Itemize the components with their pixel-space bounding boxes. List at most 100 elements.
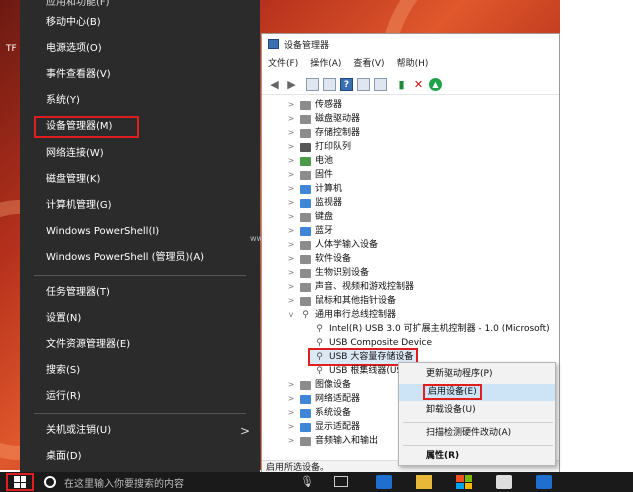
winx-item-shutdown[interactable]: 关机或注销(U) > [20, 420, 260, 442]
tree-category[interactable]: > 键盘 [286, 210, 333, 224]
chevron-right-icon[interactable]: > [286, 224, 296, 238]
tree-category[interactable]: > 固件 [286, 168, 333, 182]
file-explorer-icon[interactable] [416, 475, 432, 489]
chevron-right-icon[interactable]: > [286, 420, 296, 434]
help-icon[interactable]: ? [340, 78, 353, 91]
device-category-icon [300, 184, 311, 194]
chevron-right-icon[interactable]: > [286, 252, 296, 266]
winx-item-event-viewer[interactable]: 事件查看器(V) [20, 64, 260, 86]
winx-item-powershell[interactable]: Windows PowerShell(I) [20, 221, 260, 243]
tree-category[interactable]: > 蓝牙 [286, 224, 333, 238]
winx-item-search[interactable]: 搜索(S) [20, 360, 260, 382]
forward-arrow-icon[interactable]: ▶ [285, 78, 298, 91]
tree-category[interactable]: > 音频输入和输出 [286, 434, 378, 448]
tree-child-item[interactable]: ⚲ USB 根集线器(US [310, 364, 402, 378]
chevron-right-icon[interactable]: > [286, 210, 296, 224]
chevron-right-icon[interactable]: > [286, 406, 296, 420]
chevron-right-icon[interactable]: > [286, 140, 296, 154]
microphone-icon[interactable]: 🎙 [300, 475, 314, 488]
tree-category[interactable]: > 软件设备 [286, 252, 351, 266]
uninstall-x-icon[interactable]: ✕ [412, 78, 425, 91]
taskbar-search-box[interactable]: 在这里输入你要搜索的内容 [40, 473, 320, 491]
winx-item-powershell-admin[interactable]: Windows PowerShell (管理员)(A) [20, 247, 260, 269]
menu-help[interactable]: 帮助(H) [397, 56, 429, 73]
tree-category[interactable]: > 电池 [286, 154, 333, 168]
tree-category[interactable]: > 磁盘驱动器 [286, 112, 360, 126]
winx-item-run[interactable]: 运行(R) [20, 386, 260, 408]
chevron-right-icon[interactable]: > [286, 294, 296, 308]
tree-category[interactable]: > 存储控制器 [286, 126, 360, 140]
device-category-icon [300, 436, 311, 446]
monitor-icon[interactable] [374, 78, 387, 91]
edge-browser-icon[interactable] [376, 475, 392, 489]
enable-device-icon[interactable]: ▲ [429, 78, 442, 91]
chevron-right-icon[interactable]: > [286, 154, 296, 168]
chevron-right-icon[interactable]: > [286, 168, 296, 182]
menu-file[interactable]: 文件(F) [268, 56, 298, 73]
properties-icon[interactable] [306, 78, 319, 91]
search-placeholder: 在这里输入你要搜索的内容 [64, 478, 184, 490]
tree-category[interactable]: > 生物识别设备 [286, 266, 369, 280]
winx-item-file-explorer[interactable]: 文件资源管理器(E) [20, 334, 260, 356]
tree-category[interactable]: > 系统设备 [286, 406, 351, 420]
chevron-right-icon[interactable]: > [286, 126, 296, 140]
chevron-right-icon[interactable]: > [286, 182, 296, 196]
ctx-uninstall-device[interactable]: 卸载设备(U) [399, 402, 555, 419]
device-category-icon [300, 198, 311, 208]
taskbar: 在这里输入你要搜索的内容 🎙 [0, 472, 633, 492]
winx-item-device-manager[interactable]: 设备管理器(M) [34, 116, 139, 138]
usb-device-icon: ⚲ [316, 351, 323, 362]
ctx-scan-hardware[interactable]: 扫描检测硬件改动(A) [399, 425, 555, 442]
view-list-icon[interactable] [357, 78, 370, 91]
chevron-down-icon[interactable]: v [286, 308, 296, 322]
winx-item-task-manager[interactable]: 任务管理器(T) [20, 282, 260, 304]
winx-item-settings[interactable]: 设置(N) [20, 308, 260, 330]
winx-item-mobility-center[interactable]: 移动中心(B) [20, 12, 260, 34]
chevron-right-icon[interactable]: > [286, 112, 296, 126]
ctx-properties[interactable]: 属性(R) [399, 448, 555, 465]
chevron-right-icon[interactable]: > [286, 238, 296, 252]
tree-category[interactable]: > 监视器 [286, 196, 342, 210]
view-icon[interactable] [323, 78, 336, 91]
mail-icon[interactable] [496, 475, 512, 489]
tree-category[interactable]: > 声音、视频和游戏控制器 [286, 280, 414, 294]
ctx-update-driver[interactable]: 更新驱动程序(P) [399, 366, 555, 383]
chevron-right-icon[interactable]: > [286, 434, 296, 448]
tree-category[interactable]: > 显示适配器 [286, 420, 360, 434]
update-driver-icon[interactable]: ▮ [395, 78, 408, 91]
chevron-right-icon[interactable]: > [286, 280, 296, 294]
winx-item-desktop[interactable]: 桌面(D) [20, 446, 260, 468]
winx-item-power-options[interactable]: 电源选项(O) [20, 38, 260, 60]
tree-category[interactable]: > 人体学输入设备 [286, 238, 378, 252]
winx-item-computer-management[interactable]: 计算机管理(G) [20, 195, 260, 217]
ctx-enable-device[interactable]: 启用设备(E) [399, 384, 555, 401]
start-button[interactable] [6, 473, 34, 491]
task-view-icon[interactable] [334, 476, 348, 487]
tree-category[interactable]: v ⚲ 通用串行总线控制器 [286, 308, 396, 322]
tree-category[interactable]: > 图像设备 [286, 378, 351, 392]
back-arrow-icon[interactable]: ◀ [268, 78, 281, 91]
tree-category[interactable]: > 传感器 [286, 98, 342, 112]
winx-item-network-connections[interactable]: 网络连接(W) [20, 143, 260, 165]
menu-view[interactable]: 查看(V) [353, 56, 384, 73]
tree-category[interactable]: > 打印队列 [286, 140, 351, 154]
tree-category[interactable]: > 计算机 [286, 182, 342, 196]
tree-child-item[interactable]: ⚲ USB Composite Device [310, 336, 432, 350]
store-icon[interactable] [456, 475, 472, 489]
tree-category[interactable]: > 网络适配器 [286, 392, 360, 406]
tree-child-item[interactable]: ⚲ Intel(R) USB 3.0 可扩展主机控制器 - 1.0 (Micros… [310, 322, 550, 336]
tree-category[interactable]: > 鼠标和其他指针设备 [286, 294, 396, 308]
menu-action[interactable]: 操作(A) [310, 56, 341, 73]
chevron-right-icon[interactable]: > [286, 378, 296, 392]
usb-device-icon: ⚲ [316, 337, 323, 348]
chevron-right-icon[interactable]: > [286, 392, 296, 406]
chevron-right-icon[interactable]: > [286, 266, 296, 280]
winx-item-system[interactable]: 系统(Y) [20, 90, 260, 112]
chevron-right-icon[interactable]: > [286, 98, 296, 112]
tree-item-label: 软件设备 [315, 254, 352, 264]
title-bar[interactable]: 设备管理器 [262, 34, 559, 54]
chevron-right-icon[interactable]: > [286, 196, 296, 210]
tree-item-label: 网络适配器 [315, 394, 361, 404]
app-icon[interactable] [536, 475, 552, 489]
winx-item-disk-management[interactable]: 磁盘管理(K) [20, 169, 260, 191]
